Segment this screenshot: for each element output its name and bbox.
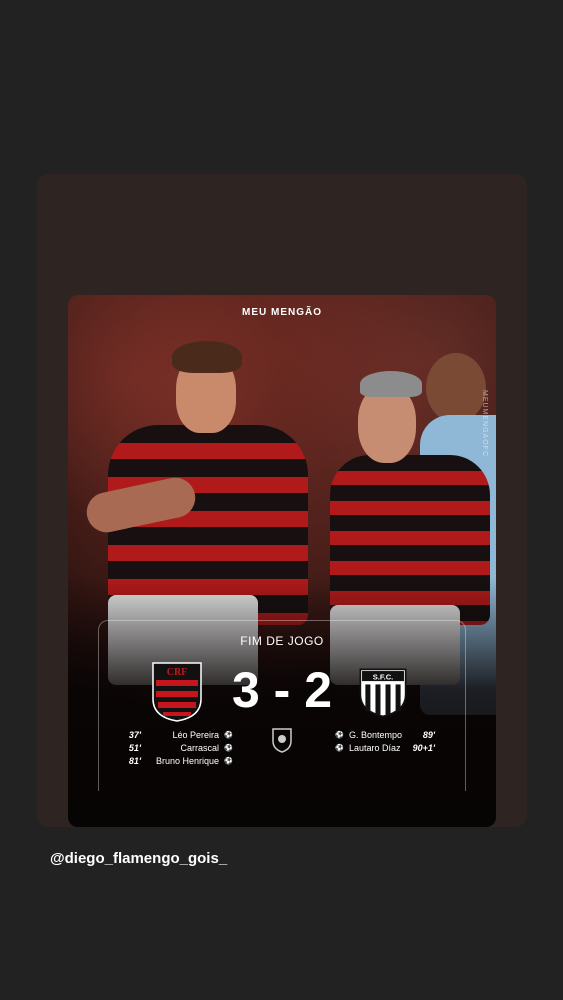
match-status: FIM DE JOGO bbox=[240, 634, 324, 648]
away-scorer-row: ⚽ Lautaro Díaz 90+1' bbox=[307, 742, 457, 755]
final-score: 3 - 2 bbox=[219, 659, 345, 721]
scorer-name: G. Bontempo bbox=[349, 730, 403, 740]
story-caption-mention[interactable]: @diego_flamengo_gois_ bbox=[50, 850, 227, 867]
home-scorers: 37' Léo Pereira ⚽ 51' Carrascal ⚽ 81' Br… bbox=[99, 729, 259, 768]
goal-minute: 89' bbox=[422, 730, 435, 740]
scorer-name: Bruno Henrique bbox=[155, 756, 219, 766]
away-score: 2 bbox=[304, 662, 333, 718]
svg-text:S.F.C.: S.F.C. bbox=[373, 672, 394, 681]
scorer-name: Carrascal bbox=[180, 743, 219, 753]
league-logo-icon bbox=[272, 728, 292, 753]
score-separator: - bbox=[273, 662, 291, 718]
ball-icon: ⚽ bbox=[224, 732, 233, 739]
santos-crest-icon: S.F.C. bbox=[359, 668, 407, 718]
svg-text:CRF: CRF bbox=[167, 667, 188, 678]
player-left-hair bbox=[172, 341, 242, 373]
opponent-player-head bbox=[426, 353, 486, 423]
goal-minute: 90+1' bbox=[412, 743, 435, 753]
ball-icon: ⚽ bbox=[224, 758, 233, 765]
away-scorers: ⚽ G. Bontempo 89' ⚽ Lautaro Díaz 90+1' bbox=[307, 729, 457, 755]
match-post-image[interactable]: MEU MENGÃO MEUMENGAOFC FIM DE JOGO CRF 3… bbox=[68, 295, 496, 827]
home-score: 3 bbox=[231, 662, 260, 718]
home-scorer-row: 37' Léo Pereira ⚽ bbox=[99, 729, 259, 742]
goal-minute: 37' bbox=[128, 730, 141, 740]
goal-minute: 51' bbox=[128, 743, 141, 753]
scorer-name: Lautaro Díaz bbox=[349, 743, 401, 753]
side-handle: MEUMENGAOFC bbox=[481, 390, 488, 457]
flamengo-crest-icon: CRF bbox=[152, 662, 202, 722]
ball-icon: ⚽ bbox=[335, 745, 344, 752]
brand-title: MEU MENGÃO bbox=[242, 307, 322, 318]
ball-icon: ⚽ bbox=[224, 745, 233, 752]
ball-icon: ⚽ bbox=[335, 732, 344, 739]
scoreboard: FIM DE JOGO CRF 3 - 2 S.F.C. 37' Léo Per… bbox=[98, 620, 466, 791]
goal-minute: 81' bbox=[128, 756, 141, 766]
home-scorer-row: 81' Bruno Henrique ⚽ bbox=[99, 755, 259, 768]
scorer-name: Léo Pereira bbox=[172, 730, 219, 740]
away-scorer-row: ⚽ G. Bontempo 89' bbox=[307, 729, 457, 742]
home-scorer-row: 51' Carrascal ⚽ bbox=[99, 742, 259, 755]
player-right-hair bbox=[360, 371, 422, 397]
